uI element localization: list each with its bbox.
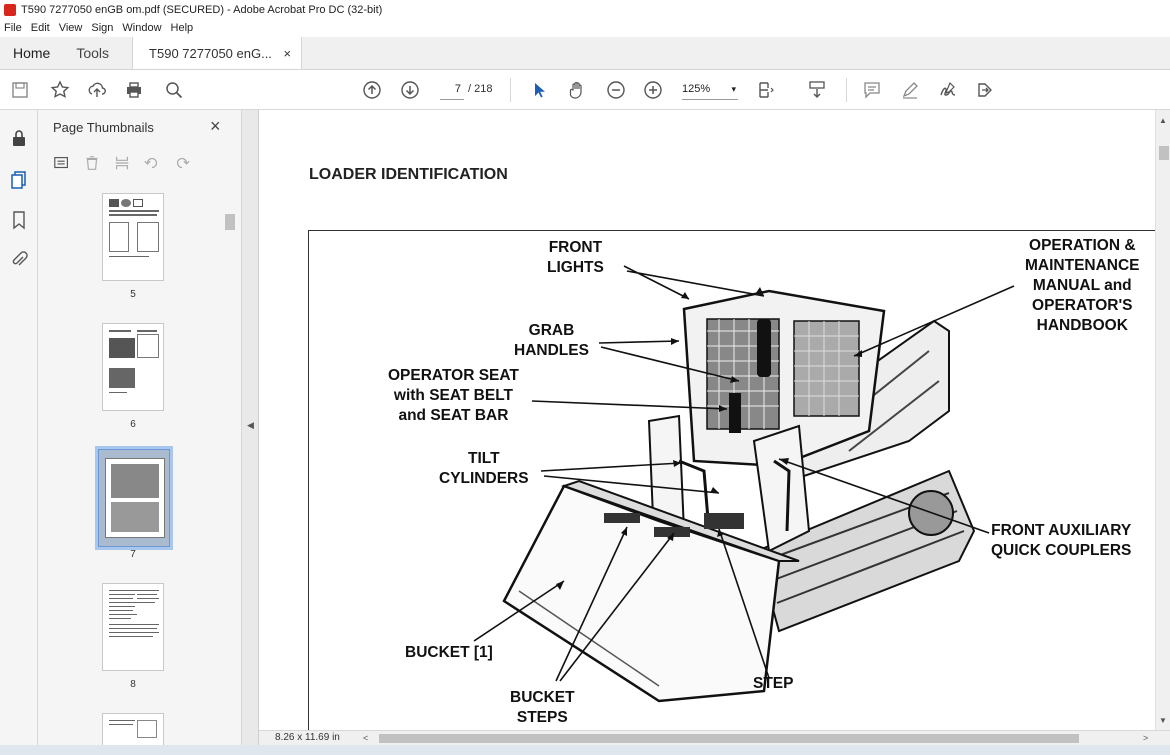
callout-front-auxiliary: FRONT AUXILIARY QUICK COUPLERS bbox=[991, 522, 1132, 559]
title-bar: T590 7277050 enGB om.pdf (SECURED) - Ado… bbox=[0, 0, 1170, 20]
page-thumbnail[interactable] bbox=[102, 193, 164, 281]
acrobat-icon bbox=[4, 4, 16, 16]
menu-view[interactable]: View bbox=[59, 20, 83, 37]
search-zoom-icon[interactable] bbox=[162, 78, 186, 102]
left-navigation-rail bbox=[0, 110, 38, 745]
zoom-level-select[interactable]: 125% ▾ bbox=[682, 80, 738, 100]
callout-tilt-cylinders: TILT CYLINDERS bbox=[439, 450, 529, 487]
tab-home[interactable]: Home bbox=[0, 37, 63, 69]
zoom-in-icon[interactable] bbox=[641, 78, 665, 102]
thumbnail-page-number: 7 bbox=[130, 549, 136, 560]
tab-bar: Home Tools T590 7277050 enG... × bbox=[0, 37, 1170, 70]
page-total: / 218 bbox=[468, 83, 493, 95]
callout-grab-handles: GRAB HANDLES bbox=[514, 322, 589, 359]
toolbar-divider bbox=[510, 78, 511, 102]
thumbnail-page-number: 8 bbox=[130, 679, 136, 690]
tab-close-icon[interactable]: × bbox=[284, 46, 292, 61]
status-bar: 8.26 x 11.69 in < > bbox=[259, 730, 1170, 745]
page-thumbnail-selected[interactable] bbox=[98, 449, 170, 547]
scrollbar-thumb[interactable] bbox=[225, 214, 235, 230]
menu-sign[interactable]: Sign bbox=[91, 20, 113, 37]
scroll-down-icon[interactable]: ▼ bbox=[1159, 716, 1167, 725]
keyboard-scroll-icon[interactable] bbox=[805, 78, 829, 102]
select-cursor-icon[interactable] bbox=[527, 78, 551, 102]
page-fit-icon[interactable] bbox=[754, 78, 778, 102]
scrollbar-thumb[interactable] bbox=[379, 734, 1079, 743]
panel-splitter[interactable]: ◀ bbox=[242, 110, 259, 745]
thumbnail-page-number: 5 bbox=[130, 289, 136, 300]
attachment-icon[interactable] bbox=[9, 250, 29, 270]
page-thumbnails-icon[interactable] bbox=[9, 170, 29, 190]
cloud-upload-icon[interactable] bbox=[85, 78, 109, 102]
panel-title: Page Thumbnails bbox=[53, 120, 154, 135]
thumbnail-toolbar bbox=[52, 152, 192, 174]
previous-page-icon[interactable] bbox=[360, 78, 384, 102]
tab-tools[interactable]: Tools bbox=[63, 37, 122, 69]
share-export-icon[interactable] bbox=[973, 78, 997, 102]
close-panel-icon[interactable]: × bbox=[210, 116, 221, 137]
zoom-out-icon[interactable] bbox=[604, 78, 628, 102]
delete-page-icon[interactable] bbox=[82, 153, 102, 173]
scroll-left-icon[interactable]: < bbox=[363, 731, 368, 745]
rotate-left-icon[interactable] bbox=[142, 153, 162, 173]
page-thumbnail[interactable] bbox=[102, 583, 164, 671]
document-vertical-scrollbar[interactable]: ▲ ▼ bbox=[1155, 110, 1170, 730]
tab-document[interactable]: T590 7277050 enG... × bbox=[132, 37, 303, 69]
callout-bucket-steps: BUCKET STEPS bbox=[510, 689, 575, 726]
scrollbar-thumb[interactable] bbox=[1159, 146, 1169, 160]
document-horizontal-scrollbar[interactable]: < > bbox=[357, 732, 1157, 744]
callout-operation-manual: OPERATION & MAINTENANCE MANUAL and OPERA… bbox=[1025, 237, 1140, 334]
next-page-icon[interactable] bbox=[398, 78, 422, 102]
page-thumbnails-panel: Page Thumbnails × 5 6 7 8 bbox=[38, 110, 242, 753]
callout-bucket: BUCKET [1] bbox=[405, 644, 493, 661]
toolbar-divider bbox=[846, 78, 847, 102]
highlight-pen-icon[interactable] bbox=[898, 78, 922, 102]
callout-operator-seat: OPERATOR SEAT with SEAT BELT and SEAT BA… bbox=[388, 367, 519, 424]
callout-step: STEP bbox=[753, 675, 794, 692]
page-size-label: 8.26 x 11.69 in bbox=[275, 732, 340, 743]
scroll-up-icon[interactable]: ▲ bbox=[1159, 116, 1167, 125]
insert-page-icon[interactable] bbox=[112, 153, 132, 173]
page-heading: LOADER IDENTIFICATION bbox=[309, 166, 508, 183]
thumbnail-scrollbar[interactable] bbox=[223, 192, 235, 742]
tab-document-label: T590 7277050 enG... bbox=[149, 46, 272, 61]
bookmark-star-icon[interactable] bbox=[48, 78, 72, 102]
hand-tool-icon[interactable] bbox=[565, 78, 589, 102]
save-icon[interactable] bbox=[8, 78, 32, 102]
page-thumbnail[interactable] bbox=[102, 323, 164, 411]
os-taskbar bbox=[0, 745, 1170, 755]
bookmark-icon[interactable] bbox=[9, 210, 29, 230]
print-icon[interactable] bbox=[122, 78, 146, 102]
scroll-right-icon[interactable]: > bbox=[1143, 731, 1148, 745]
lock-icon[interactable] bbox=[9, 128, 29, 148]
callout-front-lights: FRONT LIGHTS bbox=[547, 239, 604, 276]
menu-file[interactable]: File bbox=[4, 20, 22, 37]
menu-window[interactable]: Window bbox=[122, 20, 161, 37]
comment-icon[interactable] bbox=[860, 78, 884, 102]
chevron-down-icon: ▾ bbox=[731, 84, 736, 94]
thumbnail-page-number: 6 bbox=[130, 419, 136, 430]
document-view: LOADER IDENTIFICATION FRONT LIGHTS OPERA… bbox=[259, 110, 1155, 730]
menu-bar: File Edit View Sign Window Help bbox=[0, 20, 1170, 37]
page-number-input[interactable]: 7 bbox=[440, 80, 464, 100]
collapse-panel-icon[interactable]: ◀ bbox=[247, 420, 254, 431]
rotate-right-icon[interactable] bbox=[172, 153, 192, 173]
toolbar: 7 / 218 125% ▾ bbox=[0, 70, 1170, 110]
menu-help[interactable]: Help bbox=[171, 20, 194, 37]
menu-edit[interactable]: Edit bbox=[31, 20, 50, 37]
thumbnail-options-icon[interactable] bbox=[52, 153, 72, 173]
sign-icon[interactable] bbox=[936, 78, 960, 102]
window-title: T590 7277050 enGB om.pdf (SECURED) - Ado… bbox=[21, 4, 383, 16]
zoom-level-value: 125% bbox=[682, 83, 711, 95]
